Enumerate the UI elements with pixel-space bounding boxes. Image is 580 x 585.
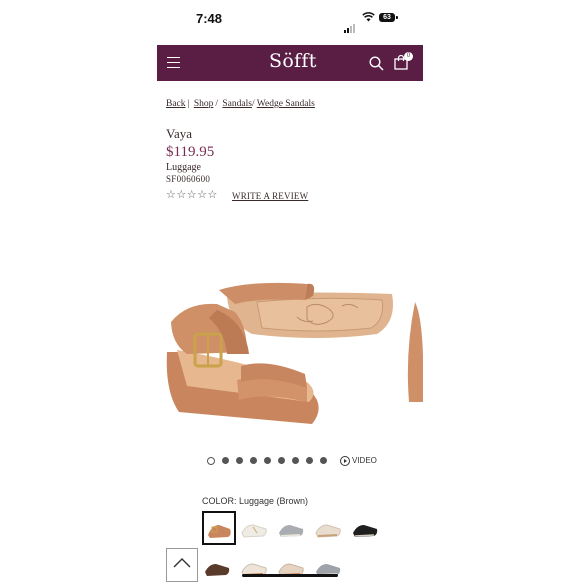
product-image[interactable]: [157, 262, 423, 447]
breadcrumb: Back | Shop / Sandals/ Wedge Sandals: [166, 99, 315, 109]
swatch-black[interactable]: [350, 513, 380, 543]
back-to-top-button[interactable]: [166, 548, 198, 582]
video-button[interactable]: VIDEO: [340, 456, 377, 466]
gallery-dot[interactable]: [320, 457, 327, 464]
gallery-dot[interactable]: [292, 457, 299, 464]
swatch-luggage[interactable]: [202, 511, 236, 545]
breadcrumb-back-link[interactable]: Back: [166, 99, 186, 109]
color-label: COLOR: Luggage (Brown): [202, 496, 309, 506]
video-label: VIDEO: [352, 456, 377, 466]
product-sku: SF0060600: [166, 174, 211, 184]
home-indicator: [242, 574, 338, 577]
play-icon: [340, 456, 350, 466]
chevron-up-icon: [173, 558, 191, 568]
breadcrumb-shop-link[interactable]: Shop: [194, 99, 214, 109]
rating-stars: ☆☆☆☆☆: [166, 188, 218, 201]
search-icon[interactable]: [369, 56, 384, 71]
breadcrumb-sandals-link[interactable]: Sandals: [222, 99, 252, 109]
status-time: 7:48: [196, 11, 223, 26]
product-color: Luggage: [166, 162, 201, 173]
status-bar: 7:48 63: [0, 0, 580, 38]
brand-logo[interactable]: Söfft: [269, 50, 317, 72]
wifi-icon: [362, 12, 375, 22]
gallery-dot[interactable]: [222, 457, 229, 464]
gallery-dot[interactable]: [207, 457, 215, 465]
swatch-dark-brown[interactable]: [202, 550, 232, 580]
gallery-dot[interactable]: [278, 457, 285, 464]
gallery-dot[interactable]: [306, 457, 313, 464]
product-price: $119.95: [166, 144, 215, 160]
signal-icon: [344, 15, 356, 33]
swatch-white[interactable]: [239, 513, 269, 543]
battery-icon: 63: [379, 13, 398, 22]
gallery-dot[interactable]: [236, 457, 243, 464]
gallery-dot[interactable]: [250, 457, 257, 464]
product-name: Vaya: [166, 126, 192, 141]
breadcrumb-wedge-sandals-link[interactable]: Wedge Sandals: [257, 99, 315, 109]
hamburger-icon[interactable]: [167, 57, 180, 68]
swatch-grey[interactable]: [276, 513, 306, 543]
site-header: Söfft 0: [157, 45, 423, 81]
gallery-dot[interactable]: [264, 457, 271, 464]
cart-count-badge: 0: [404, 52, 413, 61]
swatch-ivory[interactable]: [313, 513, 343, 543]
write-review-link[interactable]: WRITE A REVIEW: [232, 191, 308, 201]
